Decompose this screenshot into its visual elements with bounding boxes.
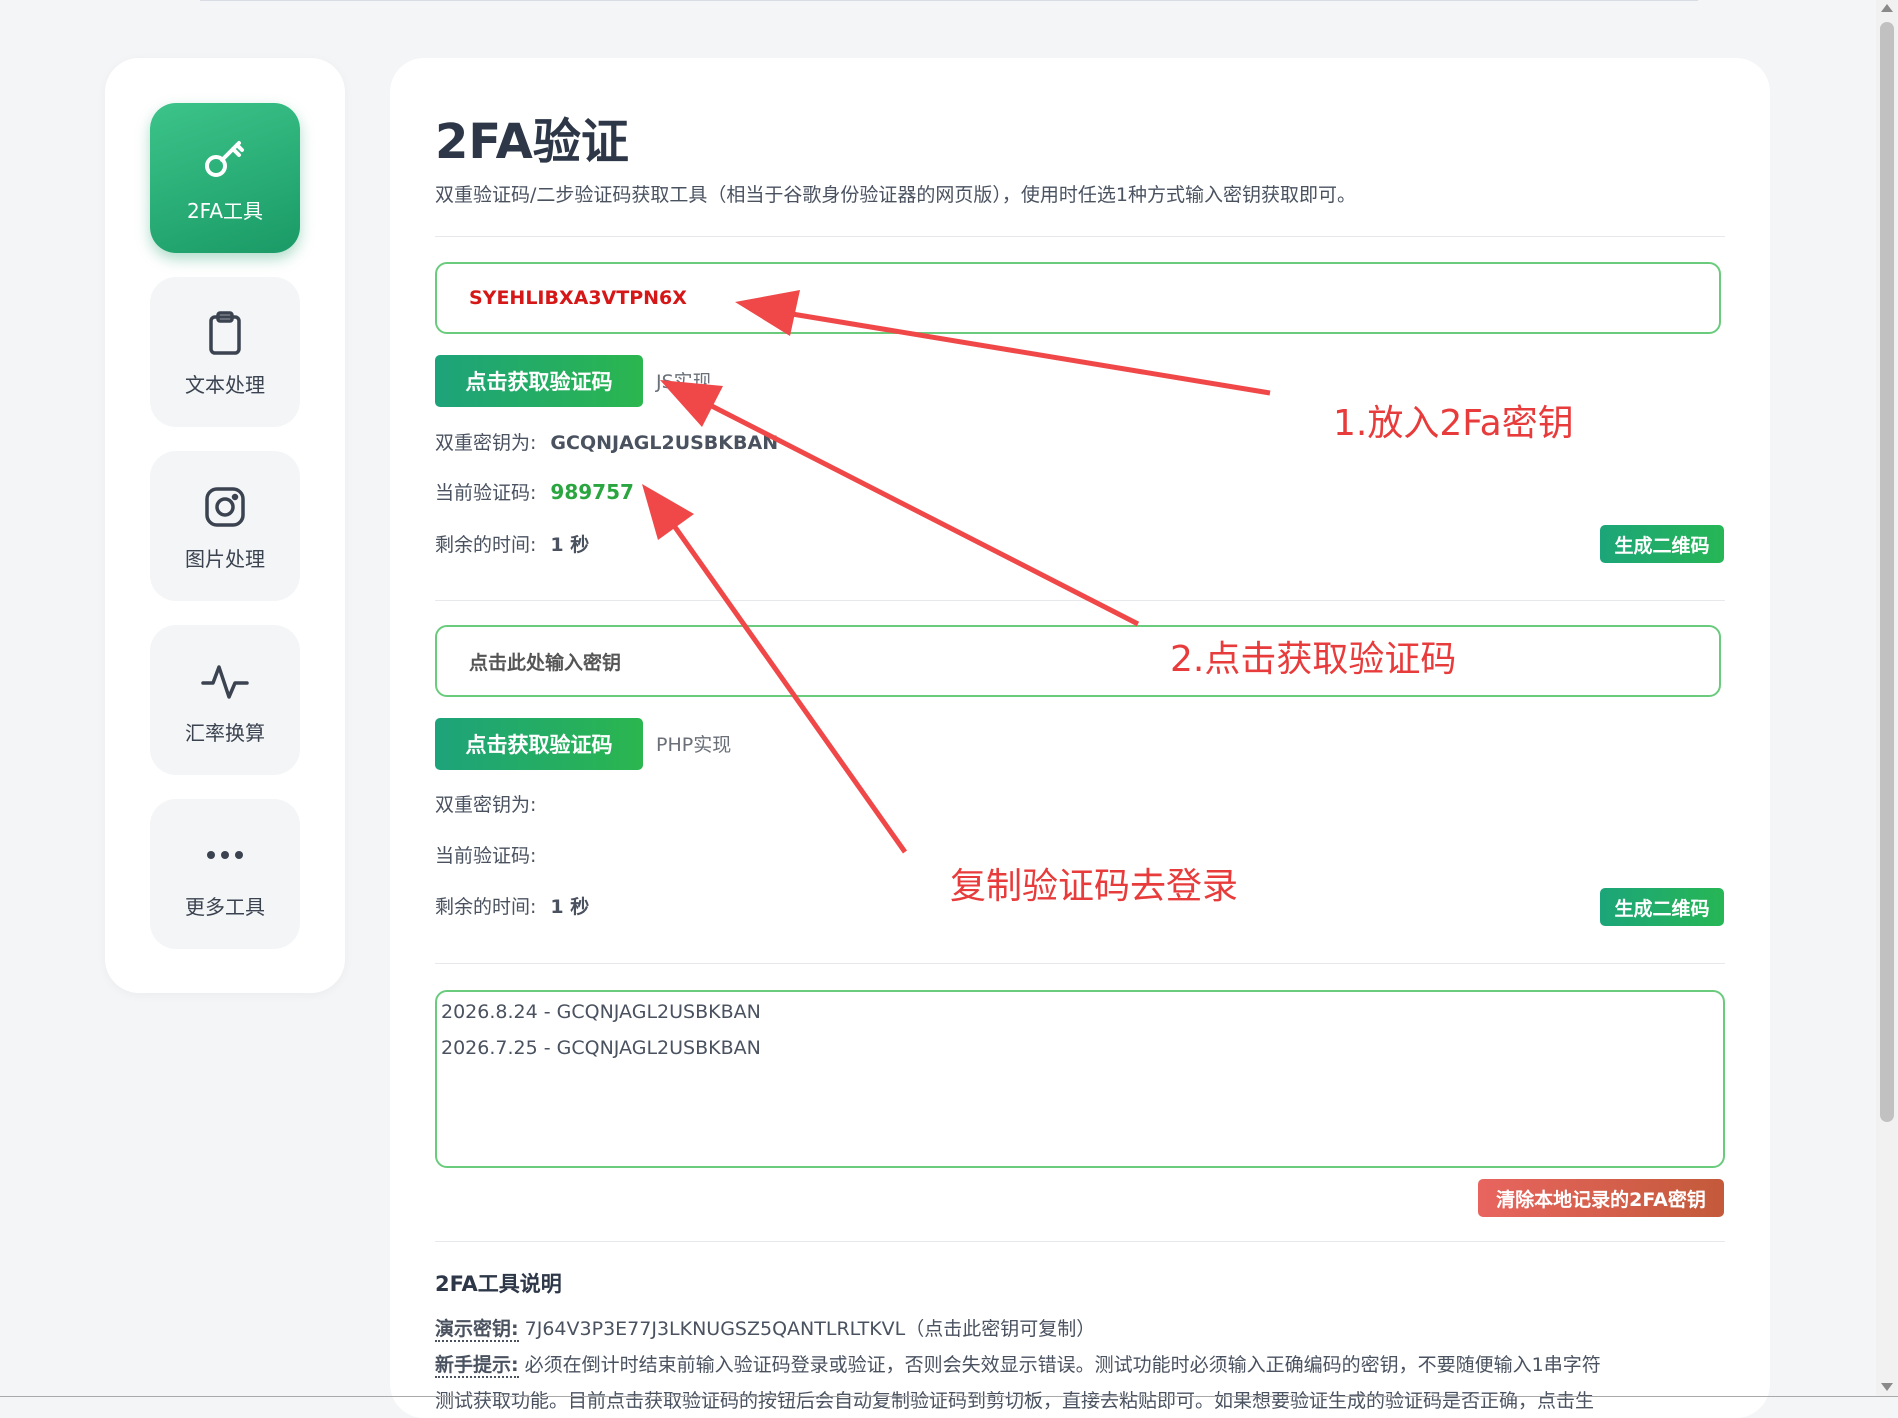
activity-icon (201, 664, 249, 699)
clipboard-icon (209, 310, 241, 355)
divider (435, 963, 1725, 964)
sidebar-item-exchange[interactable]: 汇率换算 (150, 625, 300, 775)
key-history-textarea[interactable]: 2026.8.24 - GCQNJAGL2USBKBAN 2026.7.25 -… (435, 990, 1725, 1168)
key-icon (205, 140, 244, 177)
php-code-label: 当前验证码: (435, 845, 537, 867)
js-code-row: 当前验证码: 989757 (435, 478, 634, 505)
js-get-code-button[interactable]: 点击获取验证码 (435, 355, 643, 407)
php-key-input[interactable]: 点击此处输入密钥 (435, 625, 1721, 697)
php-remaining-label: 剩余的时间: (435, 896, 537, 918)
demo-key-text[interactable]: 7J64V3P3E77J3LKNUGSZ5QANTLRLTKVL（点击此密钥可复… (525, 1318, 1096, 1340)
php-remaining-row: 剩余的时间: 1 秒 (435, 892, 589, 919)
scroll-down-icon[interactable] (1881, 1383, 1893, 1391)
sidebar-item-label: 更多工具 (185, 894, 265, 919)
php-secret-label: 双重密钥为: (435, 794, 537, 816)
divider (435, 236, 1725, 237)
js-qr-button[interactable]: 生成二维码 (1600, 525, 1724, 563)
js-remaining-row: 剩余的时间: 1 秒 (435, 530, 589, 557)
more-icon (207, 850, 243, 859)
annotation-step3: 复制验证码去登录 (950, 866, 1239, 907)
annotation-step1: 1.放入2Fa密钥 (1333, 403, 1574, 444)
divider (435, 1241, 1725, 1242)
js-secret-label: 双重密钥为: (435, 432, 537, 454)
annotation-step2: 2.点击获取验证码 (1170, 639, 1457, 680)
history-entry: 2026.8.24 - GCQNJAGL2USBKBAN (441, 1001, 761, 1023)
sidebar-item-more[interactable]: 更多工具 (150, 799, 300, 949)
js-code-value[interactable]: 989757 (550, 480, 634, 504)
sidebar-item-2fa[interactable]: 2FA工具 (150, 103, 300, 253)
php-impl-label: PHP实现 (656, 734, 732, 756)
php-secret-row: 双重密钥为: (435, 790, 536, 817)
php-remaining-value: 1 秒 (550, 896, 590, 918)
js-impl-label: JS实现 (656, 371, 712, 393)
js-secret-value: GCQNJAGL2USBKBAN (550, 432, 779, 454)
demo-key-label: 演示密钥: (435, 1318, 519, 1342)
scrollbar[interactable] (1876, 0, 1898, 1397)
tip-text-2: 测试获取功能。目前点击获取验证码的按钮后会自动复制验证码到剪切板，直接去粘贴即可… (435, 1390, 1595, 1412)
page-description: 双重验证码/二步验证码获取工具（相当于谷歌身份验证器的网页版），使用时任选1种方… (435, 184, 1356, 206)
js-remaining-label: 剩余的时间: (435, 534, 537, 556)
php-get-code-button[interactable]: 点击获取验证码 (435, 718, 643, 770)
clear-history-button[interactable]: 清除本地记录的2FA密钥 (1478, 1179, 1724, 1217)
scroll-thumb[interactable] (1880, 22, 1894, 1122)
sidebar-item-label: 图片处理 (185, 546, 265, 571)
sidebar-item-label: 2FA工具 (186, 198, 264, 223)
php-qr-button[interactable]: 生成二维码 (1600, 888, 1724, 926)
help-title: 2FA工具说明 (435, 1272, 562, 1296)
js-key-value: SYEHLIBXA3VTPN6X (469, 287, 687, 309)
demo-key-row: 演示密钥: 7J64V3P3E77J3LKNUGSZ5QANTLRLTKVL（点… (435, 1314, 1096, 1342)
sidebar-item-label: 文本处理 (185, 372, 265, 397)
sidebar: 2FA工具 文本处理 图片处理 汇率换算 更多工具 (105, 58, 345, 993)
php-key-placeholder: 点击此处输入密钥 (469, 651, 622, 674)
tip-text: 必须在倒计时结束前输入验证码登录或验证，否则会失效显示错误。测试功能时必须输入正… (524, 1354, 1601, 1376)
php-code-row: 当前验证码: (435, 841, 536, 868)
js-code-label: 当前验证码: (435, 482, 537, 504)
sidebar-item-text[interactable]: 文本处理 (150, 277, 300, 427)
main-panel: 2FA验证 双重验证码/二步验证码获取工具（相当于谷歌身份验证器的网页版），使用… (390, 58, 1770, 1418)
instagram-icon (205, 486, 245, 527)
js-remaining-value: 1 秒 (550, 534, 590, 556)
history-entry: 2026.7.25 - GCQNJAGL2USBKBAN (441, 1037, 761, 1059)
sidebar-item-image[interactable]: 图片处理 (150, 451, 300, 601)
page-title: 2FA验证 (435, 114, 629, 170)
scroll-up-icon[interactable] (1881, 4, 1893, 12)
sidebar-item-label: 汇率换算 (185, 720, 265, 745)
tip-row-continued: 测试获取功能。目前点击获取验证码的按钮后会自动复制验证码到剪切板，直接去粘贴即可… (435, 1386, 1594, 1413)
tip-row: 新手提示: 必须在倒计时结束前输入验证码登录或验证，否则会失效显示错误。测试功能… (435, 1350, 1601, 1378)
tip-label: 新手提示: (435, 1354, 519, 1378)
divider (435, 600, 1725, 601)
js-secret-row: 双重密钥为: GCQNJAGL2USBKBAN (435, 428, 778, 455)
top-divider (200, 0, 1698, 1)
js-key-input[interactable]: SYEHLIBXA3VTPN6X (435, 262, 1721, 334)
